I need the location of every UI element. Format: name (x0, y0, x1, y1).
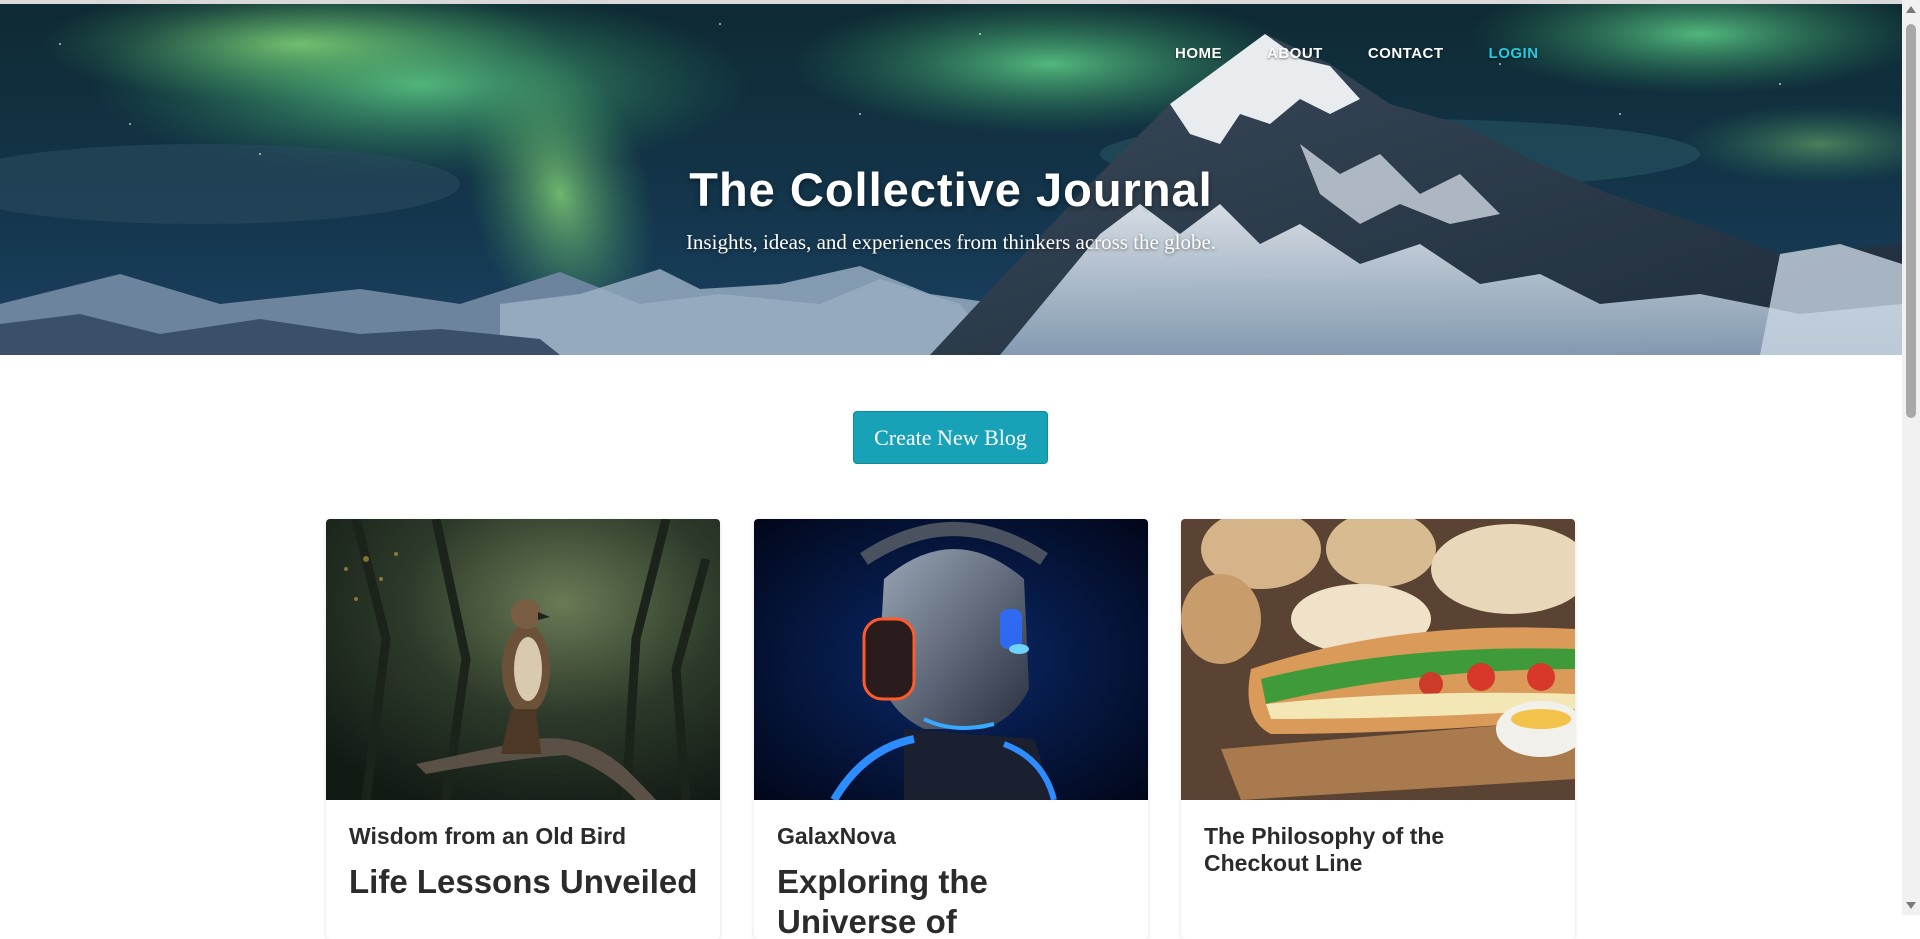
blog-card[interactable]: The Philosophy of the Checkout Line (1181, 519, 1575, 939)
scrollbar-thumb[interactable] (1906, 24, 1916, 418)
blog-card-author: GalaxNova (777, 823, 896, 849)
scroll-up-arrow-icon[interactable] (1906, 6, 1916, 13)
blog-card-image-robot (754, 519, 1148, 800)
main-nav: HOME ABOUT CONTACT LOGIN (1175, 45, 1584, 62)
blog-card[interactable]: GalaxNova Exploring the Universe of (754, 519, 1148, 939)
page-scrollbar[interactable] (1902, 0, 1920, 915)
nav-about-link[interactable]: ABOUT (1267, 45, 1323, 62)
nav-login-link[interactable]: LOGIN (1489, 45, 1539, 62)
hero-banner: HOME ABOUT CONTACT LOGIN The Collective … (0, 4, 1902, 355)
blog-card[interactable]: Wisdom from an Old Bird Life Lessons Unv… (326, 519, 720, 939)
blog-card-image-sandwich (1181, 519, 1575, 800)
blog-card-image-hawk (326, 519, 720, 800)
blog-card-author: Wisdom from an Old Bird (349, 823, 627, 849)
blog-card-title: Life Lessons Unveiled (349, 863, 698, 900)
site-title: The Collective Journal (689, 163, 1213, 216)
scroll-down-arrow-icon[interactable] (1906, 902, 1916, 909)
blog-card-title: Exploring the Universe of (777, 863, 988, 939)
nav-contact-link[interactable]: CONTACT (1368, 45, 1444, 62)
create-new-blog-button[interactable]: Create New Blog (853, 411, 1048, 464)
blog-card-author: The Philosophy of the Checkout Line (1204, 823, 1445, 876)
site-subtitle: Insights, ideas, and experiences from th… (685, 230, 1217, 254)
nav-home-link[interactable]: HOME (1175, 45, 1222, 62)
